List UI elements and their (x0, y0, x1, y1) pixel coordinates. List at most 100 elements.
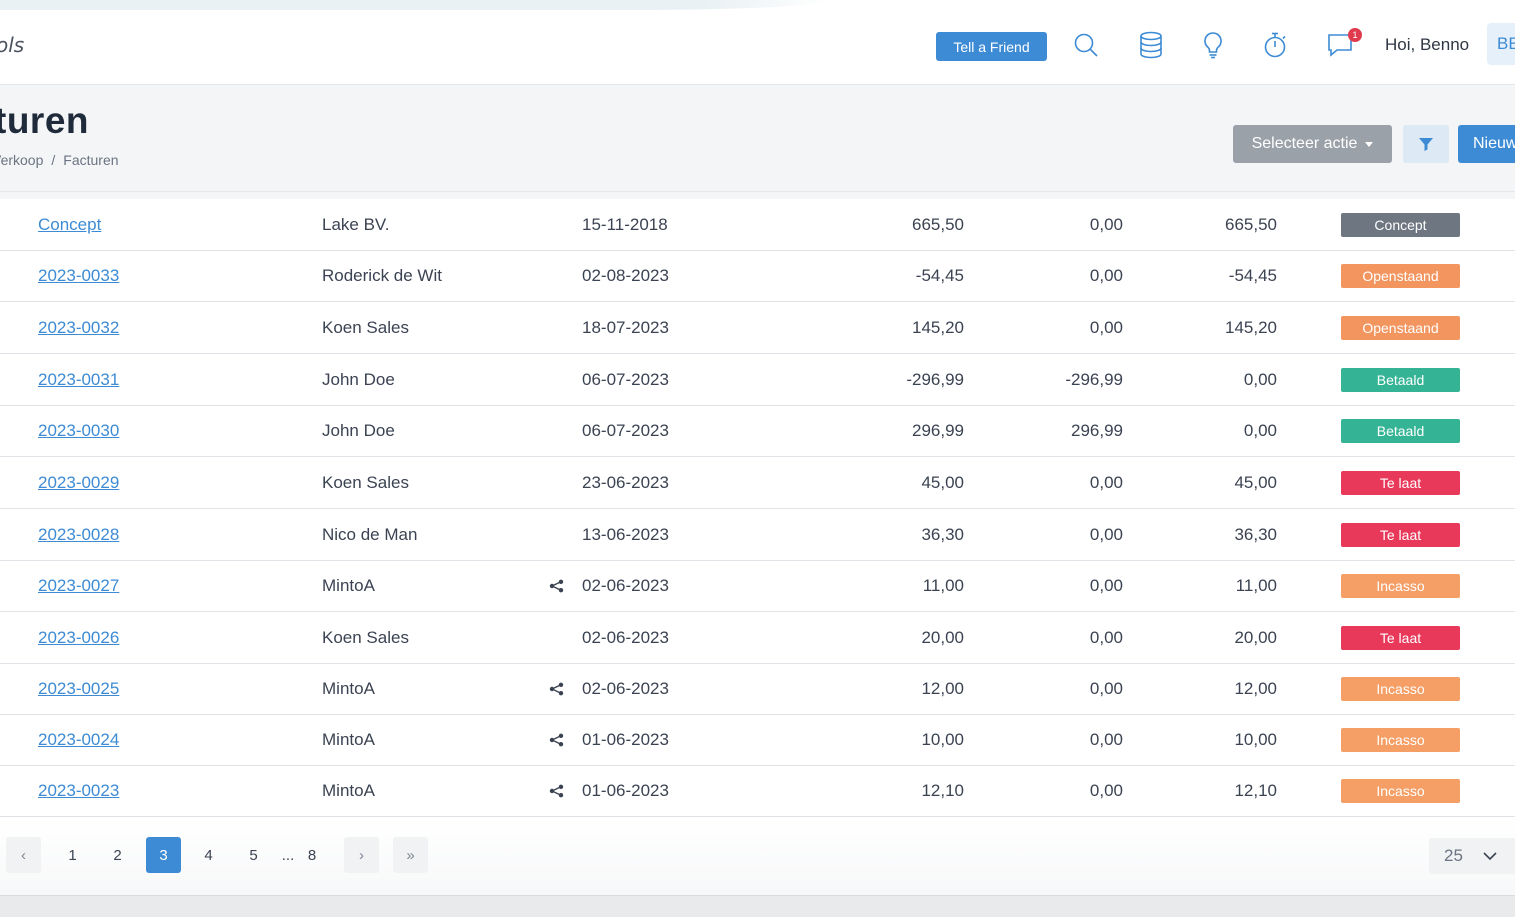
top-accent-strip (0, 0, 830, 10)
lightbulb-icon[interactable] (1198, 28, 1228, 62)
status-cell: Te laat (1341, 612, 1460, 663)
stopwatch-icon[interactable] (1260, 28, 1290, 62)
status-cell: Incasso (1341, 663, 1460, 714)
invoice-amount: 665,50 (912, 214, 964, 234)
table-row[interactable]: 2023-0027 MintoA 02-06-2023 11,00 0,00 11,00 I… (0, 560, 1515, 612)
table-row[interactable]: Concept Lake BV. 15-11-2018 665,50 0,00 665,5… (0, 199, 1515, 251)
invoice-number-link[interactable]: 2023-0029 (38, 473, 119, 493)
invoice-number-link[interactable]: 2023-0030 (38, 421, 119, 441)
invoice-number-link[interactable]: Concept (38, 215, 101, 235)
pagination-page-4[interactable]: 4 (191, 837, 226, 873)
invoice-number-link[interactable]: 2023-0027 (38, 576, 119, 596)
invoice-number-link[interactable]: 2023-0026 (38, 628, 119, 648)
page-title: turen (0, 100, 89, 141)
filter-button[interactable] (1403, 125, 1449, 163)
invoice-number-link[interactable]: 2023-0024 (38, 730, 119, 750)
status-cell: Te laat (1341, 509, 1460, 560)
invoice-number-link[interactable]: 2023-0032 (38, 318, 119, 338)
page-header: turen Verkoop / Facturen Selecteer actie… (0, 85, 1515, 192)
invoice-number-link[interactable]: 2023-0031 (38, 370, 119, 390)
open-amount: 36,30 (1234, 524, 1277, 544)
status-badge: Incasso (1341, 676, 1460, 701)
open-amount: 11,00 (1235, 575, 1277, 595)
chevron-down-icon (1483, 851, 1497, 860)
pagination-last[interactable]: » (393, 837, 428, 873)
share-icon (548, 663, 564, 714)
invoice-date: 18-07-2023 (582, 317, 669, 337)
invoice-number-link[interactable]: 2023-0025 (38, 679, 119, 699)
new-invoice-button[interactable]: Nieuw (1458, 125, 1515, 163)
table-row[interactable]: 2023-0023 MintoA 01-06-2023 12,10 0,00 12,10 I… (0, 765, 1515, 817)
pagination-next[interactable]: › (344, 837, 379, 873)
invoice-amount: -54,45 (915, 265, 964, 285)
app-name: ols (0, 33, 25, 57)
table-row[interactable]: 2023-0030 John Doe 06-07-2023 296,99 296,99 0… (0, 405, 1515, 457)
table-row[interactable]: 2023-0033 Roderick de Wit 02-08-2023 -54,45… (0, 250, 1515, 302)
paid-amount: 0,00 (1089, 729, 1123, 749)
paid-amount: -296,99 (1065, 369, 1123, 389)
tell-a-friend-button[interactable]: Tell a Friend (936, 32, 1047, 61)
pagination-page-3[interactable]: 3 (146, 837, 181, 873)
per-page-value: 25 (1444, 846, 1463, 865)
invoice-amount: 36,30 (921, 524, 964, 544)
top-bar: ols Tell a Friend 1 Hoi, Benno BE (0, 0, 1515, 85)
paid-amount: 0,00 (1089, 627, 1123, 647)
client-name: MintoA (322, 575, 375, 595)
paid-amount: 0,00 (1089, 265, 1123, 285)
invoice-amount: 45,00 (921, 472, 964, 492)
pagination: ‹ 1 2 3 4 5 ... 8 › » 25 (0, 818, 1515, 895)
table-row[interactable]: 2023-0025 MintoA 02-06-2023 12,00 0,00 12,00 I… (0, 663, 1515, 715)
table-row[interactable]: 2023-0028 Nico de Man 13-06-2023 36,30 0,00 3… (0, 509, 1515, 561)
search-icon[interactable] (1071, 28, 1101, 62)
pagination-prev[interactable]: ‹ (6, 837, 41, 873)
table-row[interactable]: 2023-0024 MintoA 01-06-2023 10,00 0,00 10,00 I… (0, 714, 1515, 766)
invoice-amount: 11,00 (922, 575, 964, 595)
paid-amount: 0,00 (1089, 317, 1123, 337)
client-name: John Doe (322, 420, 395, 440)
status-badge: Te laat (1341, 625, 1460, 650)
open-amount: 45,00 (1234, 472, 1277, 492)
pagination-page-8[interactable]: 8 (300, 837, 324, 873)
invoice-table: Concept Lake BV. 15-11-2018 665,50 0,00 665,5… (0, 199, 1515, 818)
pagination-page-1[interactable]: 1 (55, 837, 90, 873)
pagination-page-5[interactable]: 5 (236, 837, 271, 873)
open-amount: 145,20 (1225, 317, 1277, 337)
status-cell: Concept (1341, 199, 1460, 250)
invoice-number-cell: 2023-0026 (38, 612, 119, 663)
table-row[interactable]: 2023-0032 Koen Sales 18-07-2023 145,20 0,00 1… (0, 302, 1515, 354)
database-icon[interactable] (1136, 28, 1166, 62)
status-badge: Concept (1341, 212, 1460, 237)
table-row[interactable]: 2023-0026 Koen Sales 02-06-2023 20,00 0,00 20… (0, 612, 1515, 664)
status-cell: Openstaand (1341, 250, 1460, 301)
invoice-amount: 20,00 (921, 627, 964, 647)
breadcrumb-item-facturen: Facturen (63, 152, 119, 168)
footer-bar (0, 895, 1515, 917)
table-row[interactable]: 2023-0029 Koen Sales 23-06-2023 45,00 0,00 45… (0, 457, 1515, 509)
avatar[interactable]: BE (1487, 23, 1515, 65)
open-amount: -54,45 (1228, 265, 1277, 285)
client-name: Koen Sales (322, 472, 409, 492)
client-name: John Doe (322, 369, 395, 389)
invoice-number-cell: 2023-0031 (38, 354, 119, 405)
invoice-date: 23-06-2023 (582, 472, 669, 492)
paid-amount: 0,00 (1089, 524, 1123, 544)
invoice-number-link[interactable]: 2023-0033 (38, 266, 119, 286)
pagination-ellipsis: ... (281, 846, 295, 864)
status-badge: Betaald (1341, 367, 1460, 392)
status-cell: Betaald (1341, 354, 1460, 405)
table-row[interactable]: 2023-0031 John Doe 06-07-2023 -296,99 -296,9… (0, 354, 1515, 406)
open-amount: 665,50 (1225, 214, 1277, 234)
status-cell: Incasso (1341, 560, 1460, 611)
status-badge: Incasso (1341, 778, 1460, 803)
pagination-page-2[interactable]: 2 (100, 837, 135, 873)
status-badge: Te laat (1341, 522, 1460, 547)
select-action-dropdown[interactable]: Selecteer actie (1233, 125, 1392, 163)
client-name: Roderick de Wit (322, 265, 442, 285)
invoice-number-link[interactable]: 2023-0028 (38, 525, 119, 545)
invoice-number-link[interactable]: 2023-0023 (38, 781, 119, 801)
invoice-number-cell: 2023-0032 (38, 302, 119, 353)
invoice-amount: 12,10 (921, 780, 964, 800)
open-amount: 20,00 (1234, 627, 1277, 647)
per-page-select[interactable]: 25 (1429, 838, 1515, 874)
breadcrumb-item-verkoop[interactable]: Verkoop (0, 152, 43, 168)
